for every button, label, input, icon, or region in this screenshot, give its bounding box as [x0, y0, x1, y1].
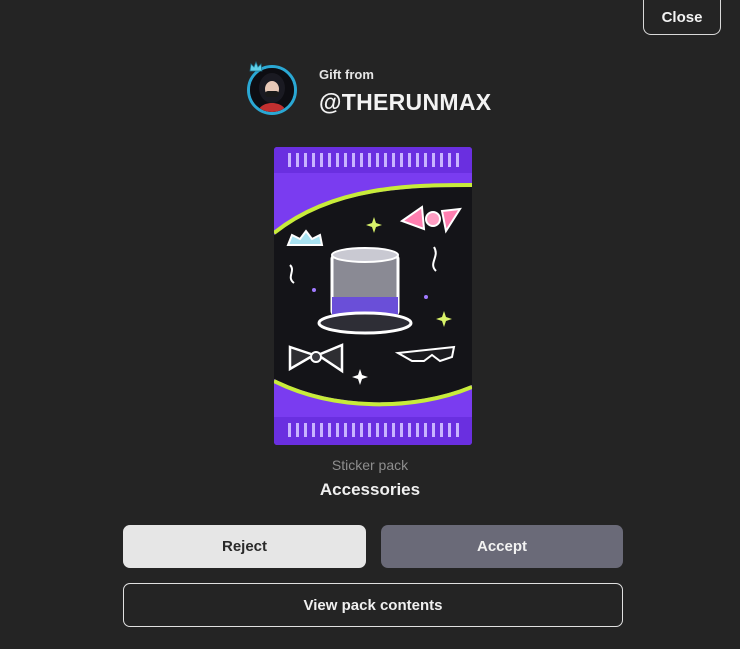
gift-header: Gift from @THERUNMAX	[247, 61, 547, 121]
sticker-pack-image	[274, 147, 472, 445]
view-pack-contents-button[interactable]: View pack contents	[123, 583, 623, 627]
close-button[interactable]: Close	[643, 0, 721, 35]
reject-button[interactable]: Reject	[123, 525, 366, 568]
pack-type-label: Sticker pack	[331, 457, 409, 473]
avatar-image	[250, 68, 294, 112]
crown-badge-icon	[249, 61, 263, 72]
pack-name: Accessories	[319, 480, 421, 499]
sender-username: @THERUNMAX	[319, 89, 492, 115]
accept-button[interactable]: Accept	[381, 525, 623, 568]
gift-from-label: Gift from	[319, 67, 374, 82]
